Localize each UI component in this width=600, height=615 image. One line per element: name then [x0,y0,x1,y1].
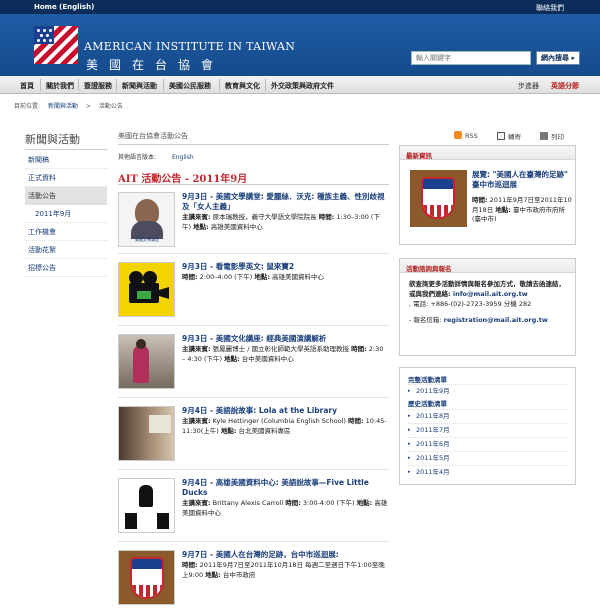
full-list-label: 完整活動清單 [408,376,447,384]
site-banner: AMERICAN INSTITUTE IN TAIWAN 美國在台協會 網內搜尋… [0,14,600,76]
archive-item[interactable]: 2011年4月 [408,465,568,479]
sidebar-item-2011-09[interactable]: 2011年9月 [25,205,107,223]
nav-item-citizen-services[interactable]: 美國公民服務 [169,81,211,91]
event-thumbnail[interactable] [118,478,175,533]
event-thumbnail[interactable] [118,550,175,605]
breadcrumb-current: 活動公告 [98,103,123,110]
top-bar: Home (English) 聯絡我們 [0,0,600,14]
event-description: 時間: 2011年9月7日至2011年10月18日 每週二至週日下午1:00至晚… [182,561,385,579]
sidebar-item-press-releases[interactable]: 新聞稿 [25,151,107,169]
email-forward-label: 轉寄 [508,133,521,141]
event-description: 主講來賓: Brittany Alexis Carroll 時間: 3:00-4… [182,499,388,517]
site-title-chinese[interactable]: 美國在台協會 [86,56,224,73]
breadcrumb: 目前位置: 新聞與活動 > 活動公告 [14,101,129,110]
thumbnail-caption: 美國文學講堂 [135,237,159,242]
email-forward-link[interactable]: 轉寄 [497,131,521,141]
breadcrumb-arrow: > [85,103,91,110]
nav-item-home[interactable]: 首頁 [20,81,34,91]
breadcrumb-news-link[interactable]: 新聞與活動 [48,103,78,110]
event-thumbnail[interactable] [118,406,175,461]
nav-item-about[interactable]: 關於我們 [46,81,74,91]
other-language-row: 其他語言版本: English [118,152,194,161]
sidebar-item-jobs[interactable]: 工作機會 [25,223,107,241]
event-description: 主講來賓: 原本瑞教授，義守大學語文學院院長 時間: 1:30–3:00 (下午… [182,213,380,231]
ait-flag-logo-icon[interactable] [34,26,78,64]
exhibit-thumbnail[interactable] [410,170,467,227]
event-thumbnail[interactable]: 美國文學講堂 [118,192,175,247]
nav-item-education[interactable]: 教育與文化 [225,81,260,91]
archive-item[interactable]: 2011年7月 [408,423,568,437]
event-description: 主講來賓: 張鳳麗博士 / 國立彰化師範大學英語系助理教授 時間: 2:30 –… [182,345,384,363]
search-input[interactable] [411,51,531,65]
sidebar-title: 新聞與活動 [25,133,80,146]
registration-label: - 報名信箱: [409,316,444,324]
event-inquiry-box: 活動諮詢與報名 欲查詢更多活動詳情與報名參加方式，敬請去函連結，或與我們連絡: … [399,258,576,356]
event-title-link[interactable]: 9月3日 - 看電影學英文: 鼠來寶2 [182,262,294,271]
exhibit-title-link[interactable]: 展覽: "美國人在臺灣的足跡" 臺中市巡迴展 [472,170,572,190]
event-description: 主講來賓: Kyle Hettinger (Columbia English S… [182,417,387,435]
event-title-link[interactable]: 9月7日 - 美國人在台灣的足跡，台中市巡迴展: [182,550,339,559]
main-nav: 首頁 關於我們 簽證服務 新聞與活動 美國公民服務 教育與文化 外交政策與政府文… [0,76,600,94]
page-title: AIT 活動公告 - 2011年9月 [118,174,248,185]
rss-icon [454,131,462,139]
nav-item-policy[interactable]: 外交政策與政府文件 [271,81,334,91]
sidebar-item-event-photos[interactable]: 活動花絮 [25,241,107,259]
info-email-link[interactable]: info@mail.ait.org.tw [453,290,528,298]
history-list-label: 歷史活動清單 [408,400,447,408]
sidebar-item-tenders[interactable]: 招標公告 [25,259,107,277]
latest-news-box: 最新資訊 展覽: "美國人在臺灣的足跡" 臺中市巡迴展 時間: 2011年9月7… [399,145,576,245]
simplified-chinese-link[interactable]: 步進器 [518,81,539,91]
print-link[interactable]: 列印 [540,131,564,141]
archive-item[interactable]: 2011年8月 [408,409,568,423]
event-title-link[interactable]: 9月4日 - 美語說故事: Lola at the Library [182,406,337,415]
event-title-link[interactable]: 9月4日 - 高雄美國資料中心: 美語說故事—Five Little Ducks [182,478,369,497]
event-thumbnail[interactable] [118,262,175,317]
envelope-icon [497,132,505,140]
archive-item-current[interactable]: 2011年9月 [408,384,568,398]
nav-item-visa[interactable]: 簽證服務 [84,81,112,91]
other-language-label: 其他語言版本: [118,154,157,161]
site-search-button[interactable]: 網內搜尋 ▸ [536,51,580,65]
inquiry-phone: , 電話: +886-(02)-2723-3959 分機 282 [409,300,532,308]
rss-label: RSS [465,132,478,140]
print-label: 列印 [551,133,564,141]
contact-us-link[interactable]: 聯絡我們 [536,3,564,13]
event-title-link[interactable]: 9月3日 - 美國文化講座: 經典美國演講解析 [182,334,326,343]
rss-link[interactable]: RSS [454,131,478,140]
exhibit-description: 時間: 2011年9月7日至2011年10月18日 地點: 臺中市政府市府所 (… [472,196,572,223]
sidebar-item-official-docs[interactable]: 正式資料 [25,169,107,187]
printer-icon [540,132,548,140]
home-english-link[interactable]: Home (English) [34,3,94,11]
registration-email-link[interactable]: registration@mail.ait.org.tw [444,316,548,324]
archive-item[interactable]: 2011年5月 [408,451,568,465]
event-thumbnail[interactable] [118,334,175,389]
page-section-heading: 美國在台協會活動公告 [118,132,188,140]
breadcrumb-label: 目前位置: [14,103,41,110]
event-description: 時間: 2:00–4:00 (下午) 地點: 高雄美國資料中心 [182,273,325,281]
sidebar-item-events[interactable]: 活動公告 [25,187,107,205]
event-inquiry-heading: 活動諮詢與報名 [400,259,575,273]
site-title-english[interactable]: AMERICAN INSTITUTE IN TAIWAN [84,40,295,53]
latest-news-heading: 最新資訊 [400,146,575,160]
archive-item[interactable]: 2011年6月 [408,437,568,451]
nav-item-news[interactable]: 新聞與活動 [122,81,157,91]
event-title-link[interactable]: 9月3日 - 美國文學講堂: 愛麗絲．沃克: 種族主義、性別歧視及「女人主義」 [182,192,385,211]
english-version-link[interactable]: English [172,154,194,161]
english-section-link[interactable]: 英語分節 [551,81,579,91]
